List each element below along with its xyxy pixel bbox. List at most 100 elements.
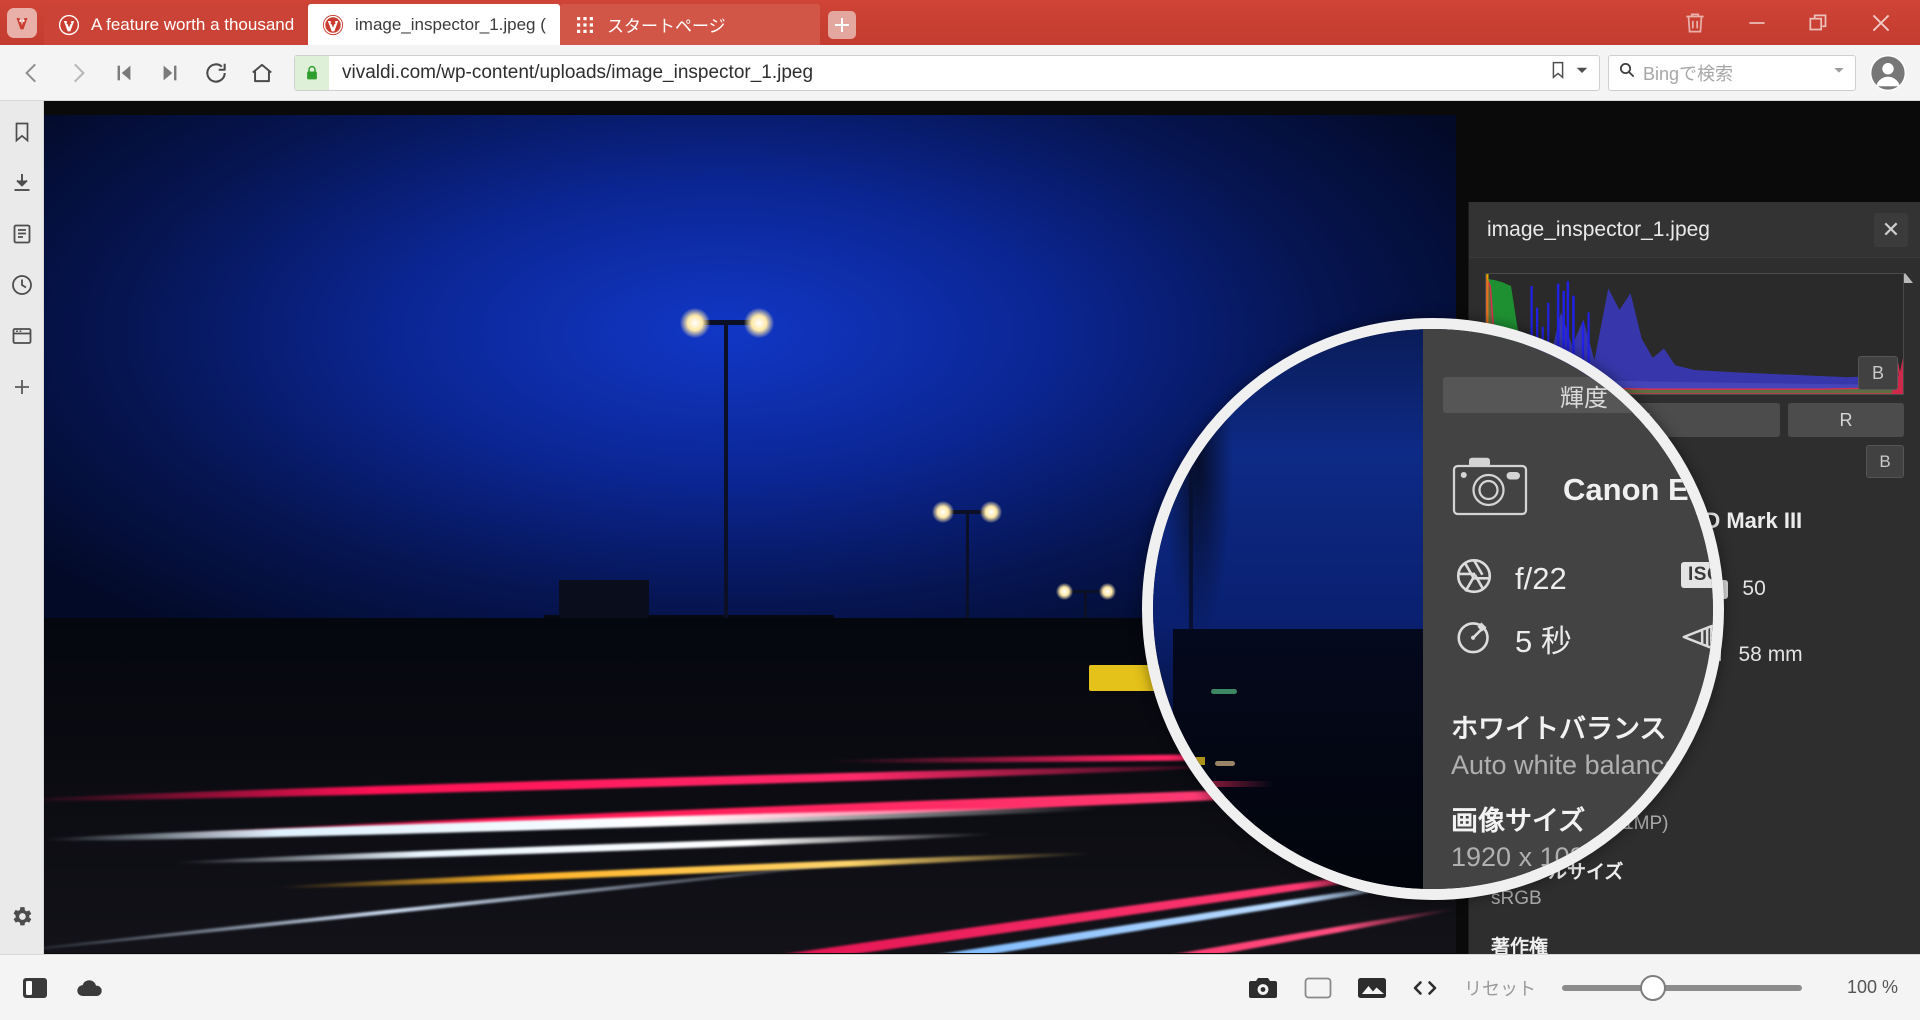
lamp-glow: [680, 308, 710, 338]
vivaldi-logo-icon: [7, 7, 37, 38]
download-icon: [10, 171, 34, 200]
vivaldi-icon: [322, 14, 344, 36]
focal-cell: 58 mm: [1695, 637, 1899, 673]
sidebar-item-bookmarks[interactable]: [0, 109, 44, 160]
histogram-mode-r[interactable]: R: [1788, 403, 1904, 437]
field-copyright: 著作権 Â© Henrik Helmers, All Rights reserv…: [1491, 932, 1898, 954]
maximize-restore-button[interactable]: [1788, 0, 1850, 45]
window-icon: [10, 324, 34, 353]
field-value: sRGB: [1491, 888, 1542, 909]
minimize-button[interactable]: [1726, 0, 1788, 45]
loupe-aperture-icon: [1453, 555, 1495, 602]
zoom-track: [1562, 984, 1802, 991]
status-bar-right: リセット 100 %: [1248, 974, 1898, 1001]
speeddial-icon: [574, 14, 596, 36]
address-bar: vivaldi.com/wp-content/uploads/image_ins…: [0, 45, 1920, 101]
focal-value: 58 mm: [1738, 643, 1803, 666]
status-bar: リセット 100 %: [0, 954, 1920, 1020]
zoom-level: 100 %: [1846, 977, 1898, 997]
search-field[interactable]: Bingで検索: [1608, 54, 1856, 91]
sidebar-item-notes[interactable]: [0, 211, 44, 262]
tab-strip: A feature worth a thousand image_inspect…: [44, 0, 864, 45]
tab-item[interactable]: A feature worth a thousand: [44, 4, 308, 45]
loupe-field-value: 1920 x 1080 (2.1MP): [1451, 842, 1704, 872]
tab-title: image_inspector_1.jpeg (19: [355, 14, 546, 34]
lamp-glow: [744, 308, 774, 338]
back-button[interactable]: [10, 51, 54, 95]
tab-bar: A feature worth a thousand image_inspect…: [0, 0, 1920, 45]
window-controls: [1664, 0, 1920, 45]
panel-toggle-icon[interactable]: [22, 977, 48, 999]
zoom-slider[interactable]: [1562, 974, 1802, 1001]
bookmark-icon: [10, 120, 34, 149]
search-icon: [1617, 60, 1637, 85]
loupe-focal-icon: [1678, 617, 1713, 662]
rewind-button[interactable]: [102, 51, 146, 95]
sidebar-item-window-panel[interactable]: [0, 313, 44, 364]
loupe-iso-chip: ISO: [1681, 562, 1713, 588]
sidebar-item-downloads[interactable]: [0, 160, 44, 211]
url-actions: [1547, 59, 1599, 86]
gear-icon: [9, 904, 34, 934]
channel-button-b[interactable]: B: [1866, 445, 1904, 478]
loupe-camera-icon: [1451, 454, 1529, 525]
loupe-panel-region: 輝度 Canon EOS 5D Mark III: [1423, 329, 1713, 889]
tab-title: A feature worth a thousand: [91, 14, 294, 34]
search-input[interactable]: Bingで検索: [1643, 60, 1825, 86]
lamp-glow: [1099, 583, 1116, 600]
new-tab-button[interactable]: [820, 4, 864, 45]
zoom-knob[interactable]: [1640, 974, 1666, 1001]
iso-cell: ISO 50: [1694, 571, 1899, 607]
lamp-glow: [932, 501, 954, 523]
clock-icon: [10, 273, 34, 302]
settings-button[interactable]: [0, 893, 44, 944]
lamp-glow: [1056, 583, 1073, 600]
tab-title: スタートページ: [607, 17, 726, 36]
cloud-icon[interactable]: [76, 977, 104, 999]
page-content: image_inspector_1.jpeg ✕ R B Mark III 50…: [44, 101, 1920, 954]
bookmark-icon[interactable]: [1547, 59, 1569, 86]
vivaldi-menu-button[interactable]: [0, 0, 44, 45]
channel-button-b-visible[interactable]: B: [1858, 356, 1898, 390]
loupe-histogram-mode-luminance[interactable]: 輝度: [1443, 377, 1713, 413]
url-text: vivaldi.com/wp-content/uploads/image_ins…: [342, 61, 814, 83]
iso-value: 50: [1742, 577, 1766, 600]
loupe-camera-model: Canon EOS 5D Mark III: [1563, 471, 1713, 507]
close-button[interactable]: [1850, 0, 1912, 45]
loupe-inner: 輝度 Canon EOS 5D Mark III: [1153, 329, 1713, 889]
reload-button[interactable]: [194, 51, 238, 95]
sidebar-item-add-web-panel[interactable]: [0, 364, 44, 415]
search-engine-chevron-icon[interactable]: [1831, 62, 1847, 83]
field-label: 著作権: [1491, 937, 1549, 954]
chevron-down-icon[interactable]: [1573, 61, 1591, 84]
lamp-glow: [980, 501, 1002, 523]
inspector-title: image_inspector_1.jpeg: [1487, 217, 1710, 241]
loupe-aperture-value: f/22: [1515, 560, 1567, 596]
status-bar-left: [22, 977, 104, 999]
browser-window: A feature worth a thousand image_inspect…: [0, 0, 1920, 1020]
magnifier-loupe: 輝度 Canon EOS 5D Mark III: [1142, 318, 1724, 900]
vivaldi-icon: [58, 14, 80, 36]
sidebar-item-history[interactable]: [0, 262, 44, 313]
zoom-reset-button[interactable]: リセット: [1464, 975, 1536, 1001]
plus-icon: [828, 10, 856, 39]
loupe-stopwatch-icon: [1453, 615, 1495, 662]
home-button[interactable]: [240, 51, 284, 95]
loupe-photo-region: [1153, 329, 1423, 889]
trash-button[interactable]: [1664, 0, 1726, 45]
loupe-field-label: ホワイトバランス: [1451, 714, 1667, 744]
code-icon[interactable]: [1412, 977, 1438, 999]
tab-item[interactable]: スタートページ: [560, 4, 820, 45]
forward-button[interactable]: [56, 51, 100, 95]
tab-item-active[interactable]: image_inspector_1.jpeg (19: [308, 4, 560, 45]
fast-forward-button[interactable]: [148, 51, 192, 95]
url-bar[interactable]: vivaldi.com/wp-content/uploads/image_ins…: [294, 54, 1600, 91]
inspector-header: image_inspector_1.jpeg ✕: [1469, 202, 1920, 258]
close-icon[interactable]: ✕: [1874, 212, 1908, 247]
avatar[interactable]: [1866, 51, 1910, 95]
camera-icon[interactable]: [1248, 976, 1278, 1000]
loupe-shutter-value: 5 秒: [1515, 624, 1572, 659]
image-icon[interactable]: [1358, 977, 1386, 999]
loupe-field-value: Auto white balance: [1451, 750, 1680, 780]
tile-icon[interactable]: [1304, 977, 1332, 999]
